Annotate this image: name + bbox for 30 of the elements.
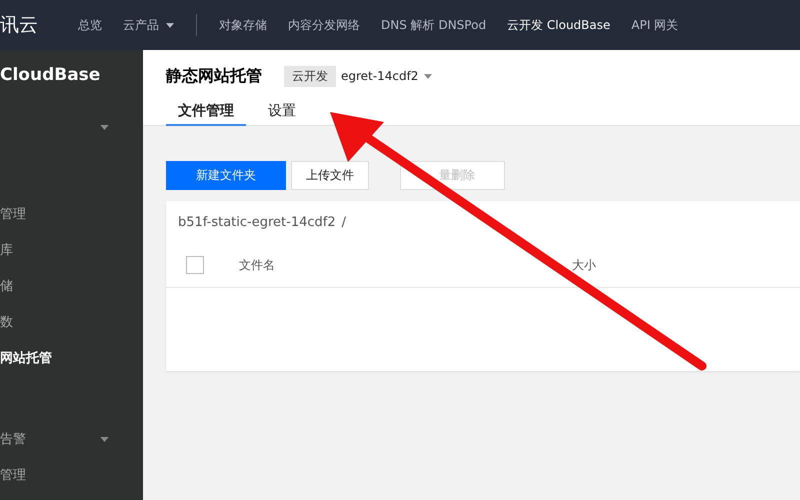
- sidebar-item[interactable]: 管理: [0, 466, 26, 484]
- nav-link[interactable]: 内容分发网络: [288, 16, 360, 34]
- tab[interactable]: 设置: [256, 102, 308, 126]
- page-title: 静态网站托管: [166, 66, 262, 86]
- product-tag: 云开发: [284, 66, 336, 86]
- column-header: 文件名: [239, 256, 276, 274]
- logo-text: 讯云: [0, 13, 39, 38]
- env-selector[interactable]: egret-14cdf2: [341, 69, 432, 83]
- caret-icon: [100, 124, 109, 130]
- nav-link[interactable]: 云产品: [123, 16, 159, 34]
- nav-link[interactable]: API 网关: [631, 16, 678, 34]
- sidebar-item[interactable]: 告警: [0, 430, 26, 448]
- nav-link[interactable]: 总览: [78, 16, 102, 34]
- nav-link[interactable]: 对象存储: [219, 16, 267, 34]
- sidebar-item[interactable]: 数: [0, 313, 13, 331]
- caret-icon: [424, 74, 432, 78]
- sidebar-item[interactable]: 库: [0, 241, 13, 259]
- breadcrumb-path: b51f-static-egret-14cdf2: [178, 215, 336, 232]
- nav-link[interactable]: DNS 解析 DNSPod: [381, 16, 486, 34]
- select-all-checkbox[interactable]: [186, 256, 204, 274]
- tab[interactable]: 文件管理: [166, 102, 246, 126]
- toolbar-button[interactable]: 新建文件夹: [166, 161, 286, 190]
- toolbar-button[interactable]: 上传文件: [291, 161, 369, 190]
- sidebar-item[interactable]: 网站托管: [0, 349, 52, 367]
- nav-link[interactable]: 云开发 CloudBase: [507, 16, 610, 34]
- sidebar-item[interactable]: 管理: [0, 205, 26, 223]
- breadcrumb-separator: /: [342, 215, 346, 232]
- column-header: 大小: [572, 256, 596, 274]
- sidebar-item[interactable]: 储: [0, 277, 13, 295]
- sidebar-title: CloudBase: [0, 64, 102, 87]
